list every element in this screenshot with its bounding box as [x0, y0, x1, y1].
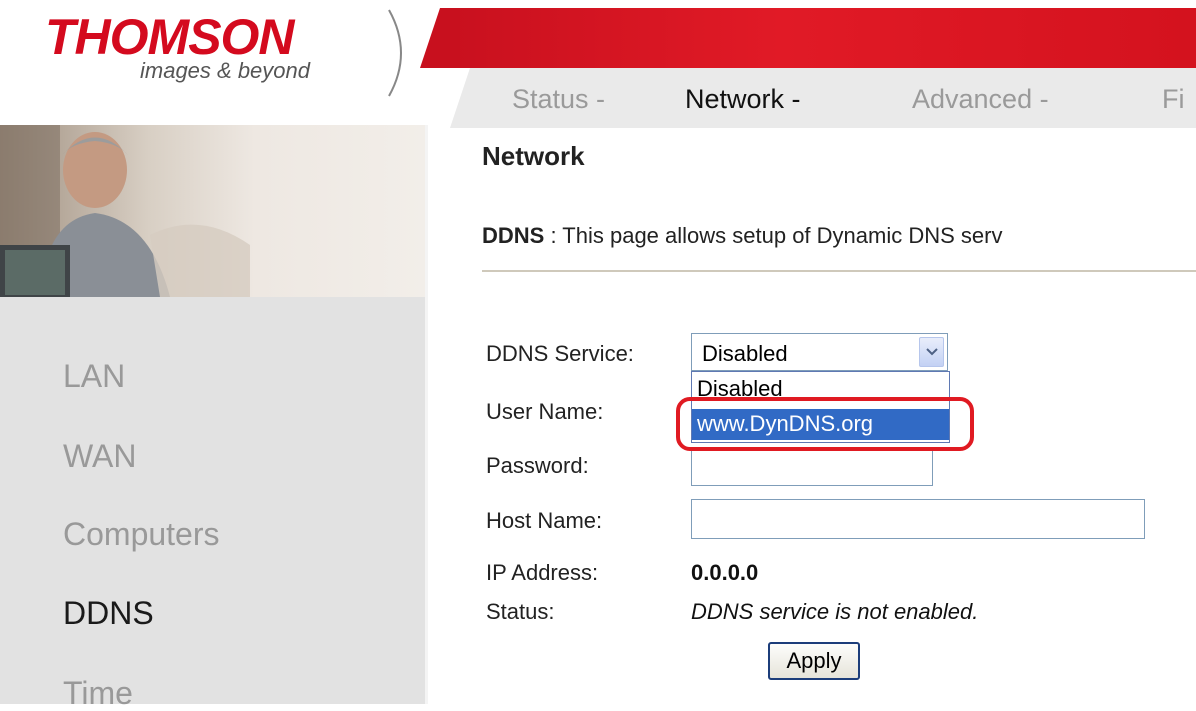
header-photo — [0, 125, 425, 297]
page-title: Network — [482, 141, 585, 171]
nav-item-status[interactable]: Status - — [512, 86, 605, 113]
nav-item-network[interactable]: Network - — [685, 86, 801, 113]
sidebar-divider — [425, 125, 428, 704]
nav-bar-slant — [450, 68, 480, 128]
user-name-label: User Name: — [486, 399, 604, 424]
password-field[interactable] — [691, 448, 933, 486]
sidebar-item-wan[interactable]: WAN — [63, 440, 136, 472]
chevron-down-icon — [926, 348, 938, 356]
sidebar-item-time[interactable]: Time — [63, 677, 133, 709]
nav-item-truncated[interactable]: Fi — [1162, 86, 1185, 113]
password-label: Password: — [486, 453, 589, 478]
description-divider — [482, 270, 1196, 272]
ip-address-label: IP Address: — [486, 560, 599, 585]
status-value: DDNS service is not enabled. — [691, 599, 979, 624]
ddns-service-selected-value: Disabled — [702, 341, 788, 366]
sidebar-item-computers[interactable]: Computers — [63, 518, 220, 550]
brand-logo: THOMSON — [45, 9, 295, 65]
nav-item-advanced[interactable]: Advanced - — [912, 86, 1049, 113]
description-key: DDNS — [482, 223, 545, 248]
brand-tagline: images & beyond — [140, 58, 310, 83]
logo-arc-icon — [388, 9, 402, 97]
status-label: Status: — [486, 599, 555, 624]
description-text: This page allows setup of Dynamic DNS se… — [562, 223, 1003, 248]
header-band-slant — [420, 8, 460, 68]
annotation-highlight-ring — [676, 397, 974, 451]
host-name-label: Host Name: — [486, 508, 603, 533]
description-separator: : — [544, 223, 563, 248]
page-description: DDNS : This page allows setup of Dynamic… — [482, 225, 1002, 247]
dropdown-arrow-button[interactable] — [919, 337, 944, 367]
sidebar-item-lan[interactable]: LAN — [63, 360, 125, 392]
sidebar-item-ddns[interactable]: DDNS — [63, 597, 154, 629]
apply-button[interactable]: Apply — [768, 642, 860, 680]
ddns-service-label: DDNS Service: — [486, 341, 634, 366]
ip-address-value: 0.0.0.0 — [691, 560, 759, 585]
host-name-field[interactable] — [691, 499, 1145, 539]
header-red-band — [440, 8, 1196, 68]
